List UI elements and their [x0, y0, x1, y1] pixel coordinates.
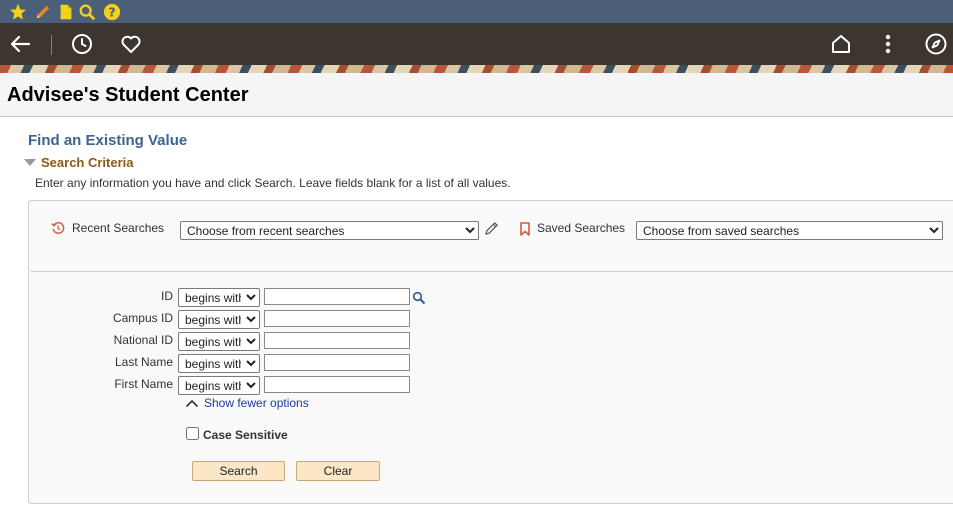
saved-searches-select[interactable]: Choose from saved searches [636, 221, 943, 240]
bookmark-icon [520, 222, 530, 236]
recent-searches-label: Recent Searches [72, 221, 165, 235]
recent-searches-select[interactable]: Choose from recent searches [180, 221, 479, 240]
national-id-input[interactable] [264, 332, 410, 349]
top-toolbar-strip: ? [0, 0, 953, 23]
search-criteria-label[interactable]: Search Criteria [41, 155, 134, 170]
national-id-operator-select[interactable]: begins with [178, 332, 260, 351]
edit-pencil-icon[interactable] [484, 221, 499, 236]
search-instructions: Enter any information you have and click… [35, 176, 511, 190]
svg-text:?: ? [108, 5, 115, 20]
document-icon[interactable] [57, 3, 75, 21]
star-icon[interactable] [9, 3, 27, 21]
case-sensitive-checkbox[interactable] [186, 427, 199, 440]
pencil-icon[interactable] [34, 3, 52, 21]
show-fewer-options-link[interactable]: Show fewer options [204, 396, 309, 410]
search-button[interactable]: Search [192, 461, 285, 481]
lookup-magnifier-icon[interactable] [412, 291, 426, 305]
magnifier-icon[interactable] [78, 3, 96, 21]
id-label: ID [161, 289, 173, 303]
first-name-input[interactable] [264, 376, 410, 393]
saved-searches-label: Saved Searches [537, 221, 626, 235]
clear-button[interactable]: Clear [296, 461, 380, 481]
last-name-input[interactable] [264, 354, 410, 371]
recent-searches-icon [51, 222, 65, 234]
nav-separator [51, 35, 52, 55]
first-name-label: First Name [114, 377, 173, 391]
campus-id-operator-select[interactable]: begins with [178, 310, 260, 329]
campus-id-label: Campus ID [112, 311, 173, 325]
last-name-operator-select[interactable]: begins with [178, 354, 260, 373]
case-sensitive-label[interactable]: Case Sensitive [203, 428, 288, 442]
campus-id-input[interactable] [264, 310, 410, 327]
last-name-label: Last Name [114, 355, 173, 369]
chevron-up-icon[interactable] [185, 398, 199, 408]
find-existing-value-heading: Find an Existing Value [28, 132, 188, 149]
id-input[interactable] [264, 288, 410, 305]
page-title: Advisee's Student Center [7, 84, 249, 106]
first-name-operator-select[interactable]: begins with [178, 376, 260, 395]
help-icon[interactable]: ? [103, 3, 121, 21]
id-operator-select[interactable]: begins with [178, 288, 260, 307]
navigation-bar [0, 23, 953, 65]
collapse-triangle-icon [24, 159, 36, 166]
kebab-menu-icon[interactable] [876, 32, 900, 56]
national-id-label: National ID [113, 333, 173, 347]
favorites-heart-icon[interactable] [119, 32, 143, 56]
history-icon[interactable] [70, 32, 94, 56]
compass-icon[interactable] [924, 32, 948, 56]
panel-divider [31, 271, 953, 272]
decorative-banner [0, 65, 953, 73]
home-icon[interactable] [829, 32, 853, 56]
back-arrow-icon[interactable] [8, 32, 32, 56]
search-panel [28, 200, 953, 504]
